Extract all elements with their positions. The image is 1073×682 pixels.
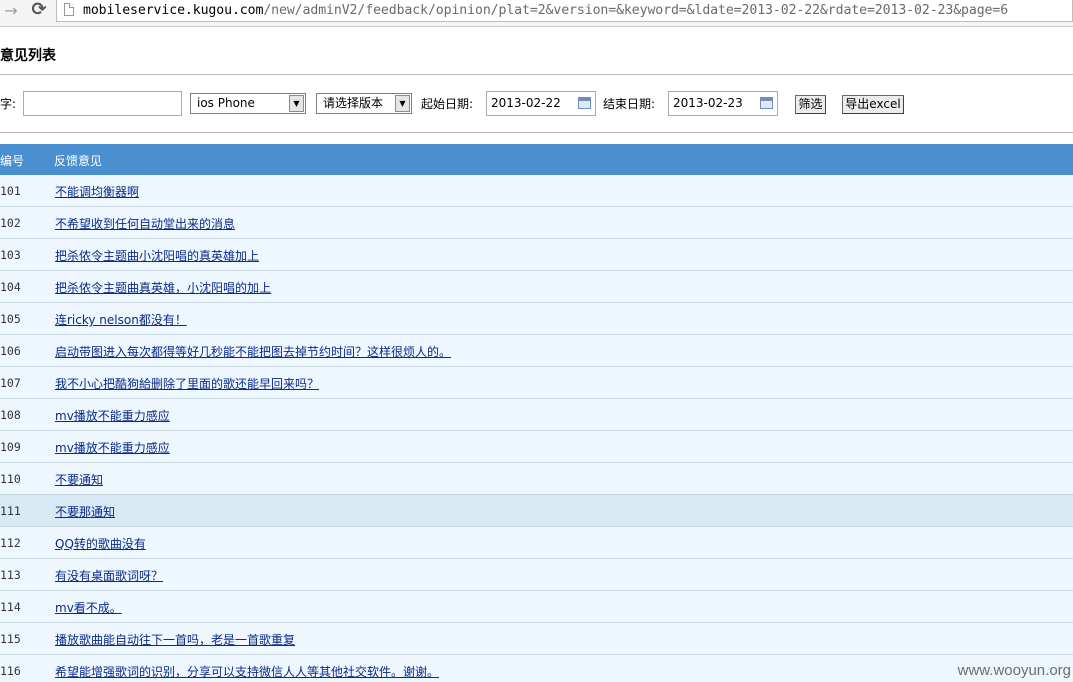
row-id: 110	[0, 472, 21, 486]
url-input[interactable]: mobileservice.kugou.com/new/adminV2/feed…	[56, 0, 1073, 22]
end-date-label: 结束日期:	[603, 97, 656, 111]
feedback-link[interactable]: 不要那通知	[55, 503, 115, 520]
table-row-highlighted: 111 不要那通知	[0, 495, 1073, 527]
url-path: /new/adminV2/feedback/opinion/plat=2&ver…	[263, 3, 1009, 18]
version-select-value: 请选择版本	[323, 96, 384, 110]
feedback-link[interactable]: mv看不成。	[55, 599, 122, 616]
feedback-link[interactable]: 有没有桌面歌词呀？	[55, 567, 163, 584]
table-row: 113 有没有桌面歌词呀？	[0, 559, 1073, 591]
table-row: 116 希望能增强歌词的识别，分享可以支持微信人人等其他社交软件。谢谢。	[0, 655, 1073, 682]
feedback-link[interactable]: 不希望收到任何自动堂出来的消息	[55, 215, 235, 232]
feedback-link[interactable]: 连ricky nelson都没有！	[55, 311, 187, 328]
version-select[interactable]: 请选择版本 ▼	[316, 93, 412, 114]
chevron-down-icon[interactable]: ▼	[289, 95, 304, 112]
table-row: 102 不希望收到任何自动堂出来的消息	[0, 207, 1073, 239]
table-row: 106 启动带图进入每次都得等好几秒能不能把图去掉节约时间？这样很烦人的。	[0, 335, 1073, 367]
feedback-table: 编号 反馈意见 101 不能调均衡器啊 102 不希望收到任何自动堂出来的消息 10…	[0, 144, 1073, 682]
url-text: mobileservice.kugou.com/new/adminV2/feed…	[83, 2, 1008, 19]
platform-select-value: ios Phone	[197, 96, 255, 110]
reload-icon[interactable]: ⟳	[28, 0, 50, 20]
feedback-link[interactable]: mv播放不能重力感应	[55, 439, 170, 456]
divider	[0, 74, 1073, 75]
calendar-icon[interactable]	[760, 97, 773, 109]
start-date-value: 2013-02-22	[491, 96, 561, 110]
row-id: 104	[0, 280, 21, 294]
row-id: 116	[0, 664, 21, 678]
row-id: 113	[0, 568, 21, 582]
header-feedback: 反馈意见	[54, 154, 103, 168]
table-row: 115 播放歌曲能自动往下一首吗，老是一首歌重复	[0, 623, 1073, 655]
end-date-value: 2013-02-23	[673, 96, 743, 110]
platform-select[interactable]: ios Phone ▼	[190, 93, 306, 114]
url-host: mobileservice.kugou.com	[83, 3, 264, 18]
row-id: 112	[0, 536, 21, 550]
row-id: 106	[0, 344, 21, 358]
row-id: 102	[0, 216, 21, 230]
feedback-link[interactable]: 启动带图进入每次都得等好几秒能不能把图去掉节约时间？这样很烦人的。	[55, 343, 451, 360]
feedback-link[interactable]: 播放歌曲能自动往下一首吗，老是一首歌重复	[55, 631, 295, 648]
row-id: 103	[0, 248, 21, 262]
table-row: 103 把杀侬令主题曲小沈阳唱的真英雄加上	[0, 239, 1073, 271]
table-row: 101 不能调均衡器啊	[0, 175, 1073, 207]
page-title: 意见列表	[0, 48, 56, 64]
feedback-link[interactable]: 希望能增强歌词的识别，分享可以支持微信人人等其他社交软件。谢谢。	[55, 663, 439, 680]
export-excel-button[interactable]: 导出excel	[842, 95, 904, 114]
row-id: 101	[0, 184, 21, 198]
row-id: 109	[0, 440, 21, 454]
row-id: 107	[0, 376, 21, 390]
feedback-link[interactable]: 把杀侬令主题曲真英雄，小沈阳唱的加上	[55, 279, 271, 296]
start-date-input[interactable]: 2013-02-22	[486, 91, 596, 116]
table-header: 编号 反馈意见	[0, 144, 1073, 175]
feedback-link[interactable]: QQ转的歌曲没有	[55, 535, 146, 552]
keyword-label: 字:	[0, 97, 17, 111]
browser-address-bar: → ⟳ mobileservice.kugou.com/new/adminV2/…	[0, 0, 1073, 27]
filter-button[interactable]: 筛选	[795, 95, 826, 114]
row-id: 114	[0, 600, 21, 614]
start-date-label: 起始日期:	[421, 97, 474, 111]
table-row: 107 我不小心把酷狗給删除了里面的歌还能早回来吗？	[0, 367, 1073, 399]
calendar-icon[interactable]	[578, 97, 591, 109]
page-icon	[64, 3, 74, 16]
table-row: 109 mv播放不能重力感应	[0, 431, 1073, 463]
feedback-link[interactable]: 把杀侬令主题曲小沈阳唱的真英雄加上	[55, 247, 259, 264]
end-date-input[interactable]: 2013-02-23	[668, 91, 778, 116]
table-row: 108 mv播放不能重力感应	[0, 399, 1073, 431]
table-row: 104 把杀侬令主题曲真英雄，小沈阳唱的加上	[0, 271, 1073, 303]
divider	[0, 132, 1073, 133]
feedback-link[interactable]: 不能调均衡器啊	[55, 183, 139, 200]
table-row: 105 连ricky nelson都没有！	[0, 303, 1073, 335]
row-id: 105	[0, 312, 21, 326]
table-row: 110 不要通知	[0, 463, 1073, 495]
header-id: 编号	[0, 154, 25, 168]
table-row: 114 mv看不成。	[0, 591, 1073, 623]
forward-arrow-icon[interactable]: →	[2, 1, 20, 21]
feedback-link[interactable]: 我不小心把酷狗給删除了里面的歌还能早回来吗？	[55, 375, 319, 392]
table-row: 112 QQ转的歌曲没有	[0, 527, 1073, 559]
watermark: www.wooyun.org	[957, 662, 1071, 679]
feedback-link[interactable]: 不要通知	[55, 471, 103, 488]
keyword-input[interactable]	[23, 91, 182, 116]
page-root: → ⟳ mobileservice.kugou.com/new/adminV2/…	[0, 0, 1073, 682]
chevron-down-icon[interactable]: ▼	[395, 95, 410, 112]
row-id: 108	[0, 408, 21, 422]
row-id: 111	[0, 504, 21, 518]
row-id: 115	[0, 632, 21, 646]
feedback-link[interactable]: mv播放不能重力感应	[55, 407, 170, 424]
